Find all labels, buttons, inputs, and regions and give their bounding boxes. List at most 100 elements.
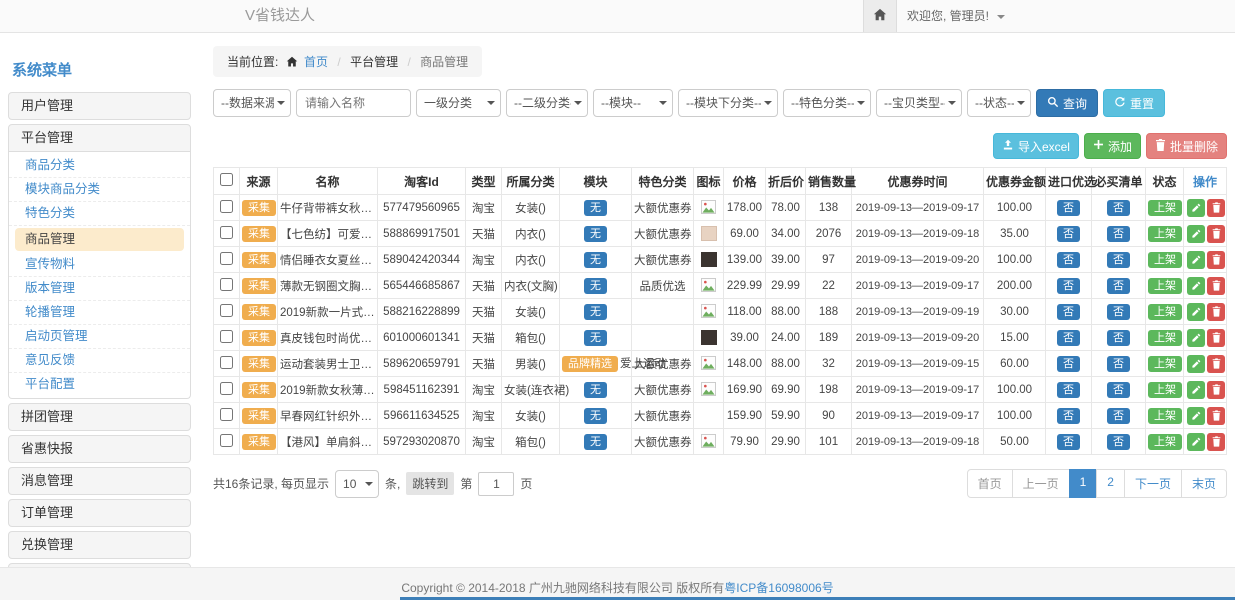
sidebar-item-feedback[interactable]: 意见反馈 bbox=[9, 349, 190, 373]
page-prev-button[interactable]: 上一页 bbox=[1012, 469, 1070, 498]
edit-button[interactable] bbox=[1187, 433, 1205, 451]
delete-button[interactable] bbox=[1207, 251, 1225, 269]
page-number-button[interactable]: 2 bbox=[1096, 469, 1125, 498]
sidebar-item-saving-news[interactable]: 省惠快报 bbox=[8, 435, 191, 463]
feature-category-select[interactable]: --特色分类-- bbox=[783, 89, 871, 117]
level2-category-select[interactable]: --二级分类-- bbox=[506, 89, 588, 117]
delete-button[interactable] bbox=[1207, 329, 1225, 347]
jump-button[interactable]: 跳转到 bbox=[406, 472, 454, 495]
sidebar-item-carousel-management[interactable]: 轮播管理 bbox=[9, 301, 190, 325]
sidebar-item-goods-management[interactable]: 商品管理 bbox=[15, 228, 184, 251]
cell-category: 女装() bbox=[502, 299, 560, 325]
home-button[interactable] bbox=[863, 0, 897, 32]
trash-icon bbox=[1155, 139, 1166, 154]
delete-button[interactable] bbox=[1207, 355, 1225, 373]
sidebar-item-message-mgmt[interactable]: 消息管理 bbox=[8, 467, 191, 495]
column-header: 优惠券金额 bbox=[984, 168, 1046, 195]
module-badge: 无 bbox=[584, 408, 607, 424]
row-checkbox[interactable] bbox=[220, 200, 233, 213]
level1-category-select[interactable]: 一级分类 bbox=[416, 89, 501, 117]
edit-button[interactable] bbox=[1187, 303, 1205, 321]
sidebar-item-order-mgmt[interactable]: 订单管理 bbox=[8, 499, 191, 527]
sidebar-item-platform-config[interactable]: 平台配置 bbox=[9, 373, 190, 396]
row-checkbox[interactable] bbox=[220, 278, 233, 291]
per-page-select[interactable]: 10 bbox=[335, 470, 379, 498]
row-checkbox[interactable] bbox=[220, 226, 233, 239]
row-checkbox[interactable] bbox=[220, 356, 233, 369]
delete-button[interactable] bbox=[1207, 225, 1225, 243]
icp-link[interactable]: 粤ICP备16098006号 bbox=[724, 581, 833, 595]
batch-delete-button[interactable]: 批量删除 bbox=[1146, 133, 1227, 159]
row-checkbox[interactable] bbox=[220, 304, 233, 317]
cell-feature: 大额优惠券 bbox=[632, 429, 694, 455]
row-checkbox[interactable] bbox=[220, 408, 233, 421]
status-badge: 上架 bbox=[1148, 434, 1182, 450]
sidebar-item-platform-mgmt[interactable]: 平台管理 bbox=[8, 124, 191, 152]
row-checkbox[interactable] bbox=[220, 252, 233, 265]
user-menu[interactable]: 欢迎您, 管理员! bbox=[907, 0, 1005, 32]
reset-button[interactable]: 重置 bbox=[1103, 89, 1165, 117]
row-checkbox[interactable] bbox=[220, 434, 233, 447]
import-select-badge: 否 bbox=[1057, 252, 1080, 268]
sidebar-item-feature-category[interactable]: 特色分类 bbox=[9, 202, 190, 226]
cell-icon bbox=[694, 403, 724, 429]
delete-button[interactable] bbox=[1207, 303, 1225, 321]
delete-button[interactable] bbox=[1207, 433, 1225, 451]
module-select[interactable]: --模块-- bbox=[593, 89, 673, 117]
item-type-select[interactable]: --宝贝类型-- bbox=[876, 89, 962, 117]
sidebar-item-version-management[interactable]: 版本管理 bbox=[9, 277, 190, 301]
column-header: 操作 bbox=[1184, 168, 1227, 195]
edit-button[interactable] bbox=[1187, 251, 1205, 269]
column-header: 销售数量 bbox=[806, 168, 852, 195]
row-checkbox[interactable] bbox=[220, 382, 233, 395]
sidebar-item-promo-materials[interactable]: 宣传物料 bbox=[9, 253, 190, 277]
home-icon bbox=[873, 8, 887, 25]
page-footer: Copyright © 2014-2018 广州九驰网络科技有限公司 版权所有粤… bbox=[0, 567, 1235, 600]
edit-button[interactable] bbox=[1187, 329, 1205, 347]
status-select-wrap: --状态-- bbox=[967, 89, 1031, 117]
sidebar-item-splash-page-management[interactable]: 启动页管理 bbox=[9, 325, 190, 349]
edit-button[interactable] bbox=[1187, 277, 1205, 295]
records-summary: 共16条记录, 每页显示 bbox=[213, 475, 329, 492]
level1-category-select-wrap: 一级分类 bbox=[416, 89, 501, 117]
row-checkbox[interactable] bbox=[220, 330, 233, 343]
sidebar-item-label: 拼团管理 bbox=[21, 409, 73, 424]
cell-type: 淘宝 bbox=[466, 377, 502, 403]
sidebar-item-module-goods-category[interactable]: 模块商品分类 bbox=[9, 178, 190, 202]
sidebar-item-exchange-mgmt[interactable]: 兑换管理 bbox=[8, 531, 191, 559]
page-last-button[interactable]: 末页 bbox=[1181, 469, 1227, 498]
import-excel-button[interactable]: 导入excel bbox=[993, 133, 1079, 159]
page-next-button[interactable]: 下一页 bbox=[1124, 469, 1182, 498]
search-button[interactable]: 查询 bbox=[1036, 89, 1098, 117]
breadcrumb-home-link[interactable]: 首页 bbox=[304, 55, 328, 69]
cell-actions bbox=[1184, 403, 1227, 429]
sidebar-item-user-mgmt[interactable]: 用户管理 bbox=[8, 92, 191, 120]
delete-button[interactable] bbox=[1207, 381, 1225, 399]
edit-button[interactable] bbox=[1187, 225, 1205, 243]
edit-button[interactable] bbox=[1187, 407, 1205, 425]
name-search-input[interactable] bbox=[296, 89, 411, 117]
data-source-select[interactable]: --数据来源-- bbox=[213, 89, 291, 117]
module-sub-select[interactable]: --模块下分类-- bbox=[678, 89, 778, 117]
status-select[interactable]: --状态-- bbox=[967, 89, 1031, 117]
plus-icon bbox=[1093, 139, 1104, 153]
delete-button[interactable] bbox=[1207, 199, 1225, 217]
page-number-button[interactable]: 1 bbox=[1069, 469, 1098, 498]
delete-button[interactable] bbox=[1207, 407, 1225, 425]
cell-type: 淘宝 bbox=[466, 195, 502, 221]
add-button[interactable]: 添加 bbox=[1084, 133, 1141, 159]
sidebar-item-goods-category[interactable]: 商品分类 bbox=[9, 154, 190, 178]
delete-button[interactable] bbox=[1207, 277, 1225, 295]
sidebar-item-groupbuy-mgmt[interactable]: 拼团管理 bbox=[8, 403, 191, 431]
cell-coupon-time: 2019-09-13—2019-09-18 bbox=[852, 221, 984, 247]
cell-name: 2019新款女秋薄款... bbox=[278, 377, 378, 403]
status-badge: 上架 bbox=[1148, 278, 1182, 294]
edit-button[interactable] bbox=[1187, 355, 1205, 373]
page-first-button[interactable]: 首页 bbox=[967, 469, 1013, 498]
edit-button[interactable] bbox=[1187, 199, 1205, 217]
edit-button[interactable] bbox=[1187, 381, 1205, 399]
select-all-checkbox[interactable] bbox=[220, 173, 233, 186]
sidebar-item-label: 订单管理 bbox=[21, 505, 73, 520]
source-badge: 采集 bbox=[242, 278, 276, 294]
page-jump-input[interactable] bbox=[478, 472, 514, 496]
